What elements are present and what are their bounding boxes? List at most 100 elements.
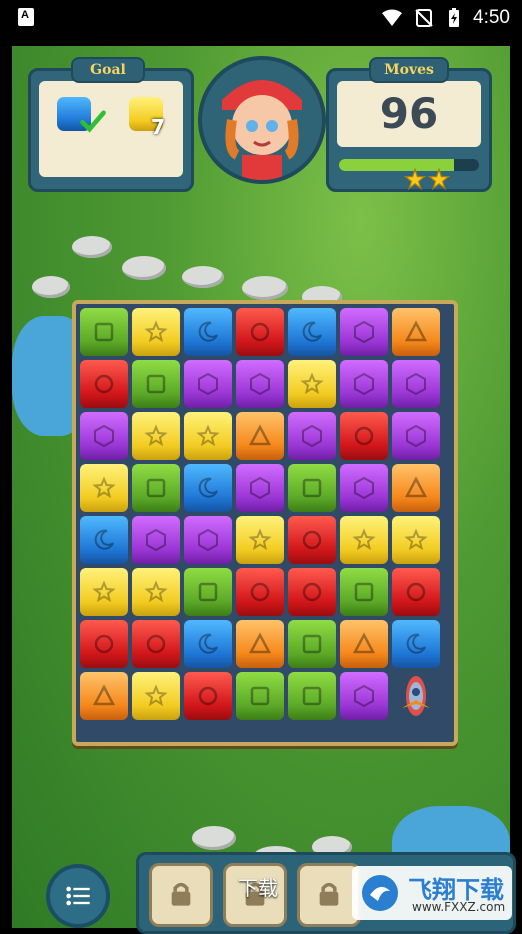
tile-green-square[interactable] <box>132 360 180 408</box>
clock: 4:50 <box>473 7 510 28</box>
tile-red-circle[interactable] <box>132 620 180 668</box>
tile-red-circle[interactable] <box>80 360 128 408</box>
square-icon <box>302 686 322 706</box>
locked-booster-slot[interactable] <box>149 863 213 927</box>
moon-icon <box>406 633 426 654</box>
square-icon <box>94 322 114 342</box>
tile-blue-moon[interactable] <box>80 516 128 564</box>
tile-red-circle[interactable] <box>184 672 232 720</box>
moves-label: Moves <box>369 57 449 83</box>
tile-purple-hex[interactable] <box>392 360 440 408</box>
menu-button[interactable] <box>46 864 110 928</box>
hex-icon <box>198 528 218 552</box>
tile-purple-hex[interactable] <box>288 412 336 460</box>
path-stone <box>122 256 166 280</box>
tile-blue-moon[interactable] <box>184 308 232 356</box>
tile-red-circle[interactable] <box>236 568 284 616</box>
tile-purple-hex[interactable] <box>340 360 388 408</box>
tile-green-square[interactable] <box>80 308 128 356</box>
circle-icon <box>94 634 114 654</box>
lock-icon <box>319 882 339 906</box>
tile-blue-moon[interactable] <box>184 620 232 668</box>
tile-orange-triangle[interactable] <box>392 464 440 512</box>
star-icon <box>144 684 168 707</box>
tile-purple-hex[interactable] <box>236 360 284 408</box>
tile-purple-hex[interactable] <box>236 464 284 512</box>
goal-panel: 7 Goal <box>28 57 194 192</box>
star-icon <box>92 476 116 499</box>
hex-icon <box>406 372 426 396</box>
tile-orange-triangle[interactable] <box>236 412 284 460</box>
goal-label: Goal <box>71 57 145 83</box>
tile-green-square[interactable] <box>132 464 180 512</box>
path-stone <box>242 276 288 300</box>
hex-icon <box>198 372 218 396</box>
square-icon <box>198 582 218 602</box>
tile-red-circle[interactable] <box>80 620 128 668</box>
tile-yellow-star[interactable] <box>80 568 128 616</box>
tile-red-circle[interactable] <box>392 568 440 616</box>
tile-yellow-star[interactable] <box>236 516 284 564</box>
tile-purple-hex[interactable] <box>80 412 128 460</box>
triangle-icon <box>404 320 428 342</box>
tile-orange-triangle[interactable] <box>392 308 440 356</box>
tile-blue-moon[interactable] <box>288 308 336 356</box>
circle-icon <box>302 582 322 602</box>
list-menu-icon <box>66 886 90 906</box>
tile-green-square[interactable] <box>288 620 336 668</box>
star-icon <box>248 528 272 551</box>
circle-icon <box>146 634 166 654</box>
game-board[interactable] <box>72 300 458 746</box>
status-bar: A 4:50 <box>0 0 522 36</box>
moves-inner: 96 <box>337 81 481 147</box>
tile-green-square[interactable] <box>340 568 388 616</box>
tile-purple-hex[interactable] <box>184 516 232 564</box>
tile-yellow-star[interactable] <box>132 568 180 616</box>
tile-red-circle[interactable] <box>236 308 284 356</box>
square-icon <box>146 374 166 394</box>
goal-yellow-cube: 7 <box>129 97 165 139</box>
square-icon <box>302 634 322 654</box>
circle-icon <box>354 426 374 446</box>
tile-yellow-star[interactable] <box>184 412 232 460</box>
tile-green-square[interactable] <box>288 464 336 512</box>
tile-purple-hex[interactable] <box>132 516 180 564</box>
circle-icon <box>250 582 270 602</box>
moon-icon <box>302 321 322 342</box>
battery-charging-icon <box>449 8 459 27</box>
hex-icon <box>406 424 426 448</box>
tile-yellow-star[interactable] <box>340 516 388 564</box>
tile-yellow-star[interactable] <box>288 360 336 408</box>
tile-blue-moon[interactable] <box>392 620 440 668</box>
tile-purple-hex[interactable] <box>340 672 388 720</box>
tile-purple-hex[interactable] <box>340 308 388 356</box>
tile-green-square[interactable] <box>184 568 232 616</box>
hex-icon <box>94 424 114 448</box>
tile-orange-triangle[interactable] <box>340 620 388 668</box>
tile-yellow-star[interactable] <box>132 412 180 460</box>
tile-orange-triangle[interactable] <box>236 620 284 668</box>
triangle-icon <box>92 684 116 706</box>
tile-red-circle[interactable] <box>288 568 336 616</box>
tile-yellow-star[interactable] <box>392 516 440 564</box>
tile-blue-moon[interactable] <box>184 464 232 512</box>
tile-yellow-star[interactable] <box>132 672 180 720</box>
tile-purple-hex[interactable] <box>340 464 388 512</box>
rocket-booster-icon[interactable] <box>392 672 440 720</box>
circle-icon <box>406 582 426 602</box>
moon-icon <box>198 321 218 342</box>
download-label[interactable]: 下载 <box>238 872 278 901</box>
hex-icon <box>250 372 270 396</box>
tile-yellow-star[interactable] <box>80 464 128 512</box>
tile-green-square[interactable] <box>288 672 336 720</box>
no-sim-icon <box>415 9 433 27</box>
square-icon <box>250 686 270 706</box>
tile-yellow-star[interactable] <box>132 308 180 356</box>
tile-green-square[interactable] <box>236 672 284 720</box>
tile-red-circle[interactable] <box>340 412 388 460</box>
tile-purple-hex[interactable] <box>184 360 232 408</box>
tile-orange-triangle[interactable] <box>80 672 128 720</box>
tile-red-circle[interactable] <box>288 516 336 564</box>
tile-purple-hex[interactable] <box>392 412 440 460</box>
path-stone <box>32 276 70 298</box>
